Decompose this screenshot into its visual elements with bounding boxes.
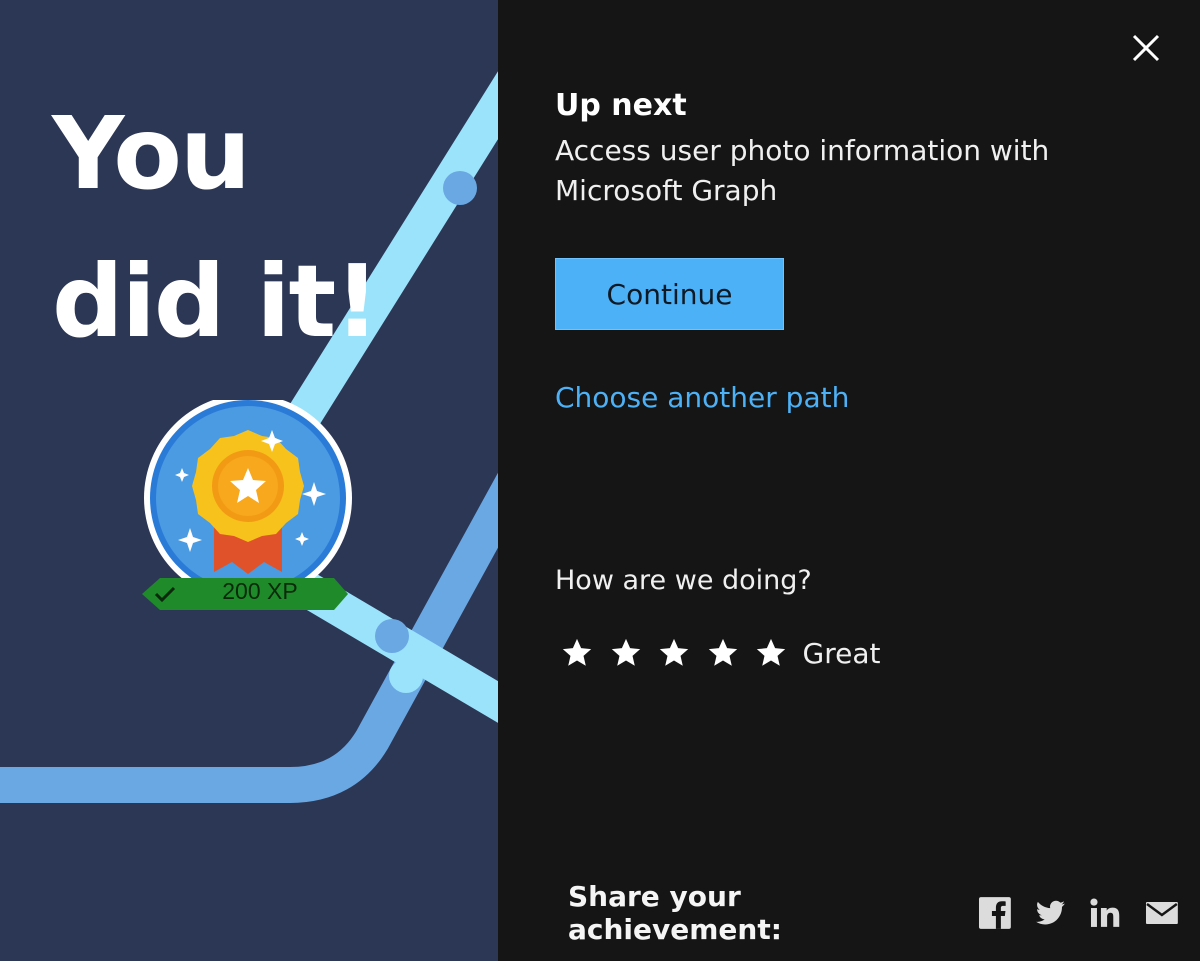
continue-button[interactable]: Continue <box>555 258 784 330</box>
next-unit-title: Access user photo information with Micro… <box>555 134 1050 207</box>
xp-label: 200 XP <box>222 578 298 604</box>
twitter-icon[interactable] <box>1032 895 1068 931</box>
close-icon[interactable] <box>1130 32 1162 64</box>
feedback-question: How are we doing? <box>555 565 812 596</box>
hero-line-1: You <box>52 95 251 212</box>
celebration-panel: You did it! 200 XP <box>0 0 498 961</box>
next-steps-panel: Up next Access user photo information wi… <box>498 0 1200 961</box>
mail-icon[interactable] <box>1144 895 1180 931</box>
hero-line-2: did it! <box>52 243 380 360</box>
share-label: Share your achievement: <box>568 880 782 946</box>
hero-heading: You did it! <box>52 80 380 376</box>
share-bar: Share your achievement: <box>568 880 1200 946</box>
facebook-icon[interactable] <box>977 895 1013 931</box>
xp-badge: 200 XP <box>142 400 354 616</box>
up-next-heading: Up next <box>555 88 687 123</box>
star-icon-1[interactable] <box>560 636 594 670</box>
star-icon-5[interactable] <box>754 636 788 670</box>
star-rating: Great <box>560 636 880 670</box>
star-icon-4[interactable] <box>706 636 740 670</box>
star-icon-3[interactable] <box>657 636 691 670</box>
star-icon-2[interactable] <box>609 636 643 670</box>
achievement-dialog: You did it! 200 XP Up next Access user p… <box>0 0 1200 961</box>
rating-label: Great <box>802 636 881 670</box>
choose-another-path-link[interactable]: Choose another path <box>555 381 849 414</box>
linkedin-icon[interactable] <box>1088 895 1124 931</box>
